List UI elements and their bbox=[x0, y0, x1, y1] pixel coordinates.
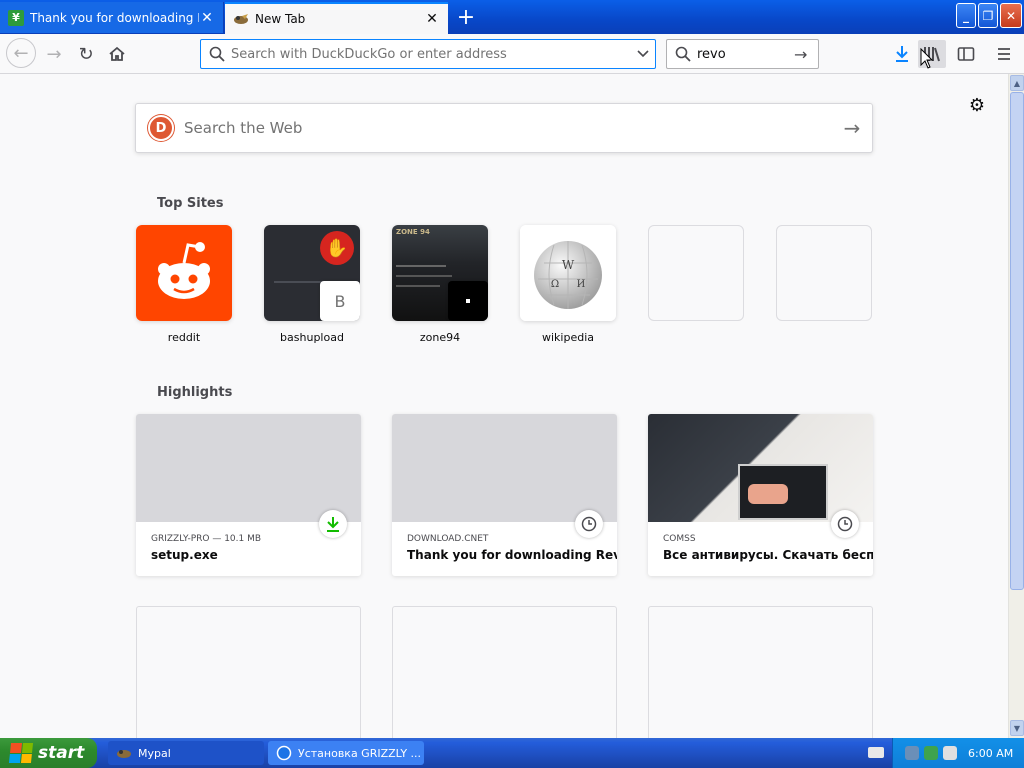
web-search-placeholder: Search the Web bbox=[184, 119, 303, 137]
taskbar-item-setup[interactable]: Установка GRIZZLY ... bbox=[268, 741, 424, 765]
hand-stop-icon: ✋ bbox=[320, 231, 354, 265]
tab-new-tab[interactable]: New Tab ✕ bbox=[225, 2, 448, 34]
home-icon bbox=[109, 46, 125, 61]
arrow-right-icon[interactable]: → bbox=[794, 45, 818, 64]
installer-icon bbox=[276, 745, 292, 761]
svg-text:И: И bbox=[577, 279, 586, 290]
downloads-button[interactable] bbox=[888, 40, 916, 68]
tab-revo-download[interactable]: ¥ Thank you for downloading Revo Uni ✕ bbox=[0, 2, 224, 33]
card-thumbnail bbox=[136, 414, 361, 522]
windows-flag-icon bbox=[8, 743, 34, 763]
address-bar[interactable]: Search with DuckDuckGo or enter address bbox=[200, 39, 656, 69]
top-site-label: zone94 bbox=[419, 331, 461, 344]
download-icon bbox=[319, 510, 347, 538]
chevron-down-icon[interactable] bbox=[631, 47, 655, 61]
top-site-wikipedia[interactable]: W Ω И wikipedia bbox=[520, 225, 616, 344]
new-tab-button[interactable]: + bbox=[452, 4, 480, 30]
tab-title: New Tab bbox=[255, 12, 306, 26]
sidebar-icon bbox=[957, 47, 975, 61]
top-sites-heading: Top Sites bbox=[157, 196, 224, 211]
clock: 6:00 AM bbox=[968, 746, 1014, 760]
reload-button[interactable]: ↻ bbox=[72, 40, 100, 68]
top-site-label: wikipedia bbox=[541, 331, 594, 344]
site-badge: B bbox=[320, 281, 360, 321]
hamburger-icon bbox=[998, 48, 1010, 60]
clock-icon bbox=[575, 510, 603, 538]
zone94-badge-icon bbox=[448, 281, 488, 321]
home-button[interactable] bbox=[103, 40, 131, 68]
scroll-down-arrow-icon[interactable]: ▼ bbox=[1010, 720, 1024, 736]
mypal-icon bbox=[116, 745, 132, 761]
highlight-card-empty bbox=[136, 606, 361, 738]
highlight-card-cnet[interactable]: DOWNLOAD.CNET Thank you for downloading … bbox=[392, 414, 617, 576]
task-label: Установка GRIZZLY ... bbox=[298, 746, 422, 760]
highlight-card-empty bbox=[392, 606, 617, 738]
highlight-card-setup[interactable]: GRIZZLY-PRO — 10.1 MB setup.exe bbox=[136, 414, 361, 576]
search-icon bbox=[675, 46, 691, 62]
search-icon bbox=[209, 46, 225, 62]
duckduckgo-logo-icon: D bbox=[148, 115, 174, 141]
wikipedia-globe-icon: W Ω И bbox=[520, 225, 616, 321]
scroll-up-arrow-icon[interactable]: ▲ bbox=[1010, 75, 1024, 91]
reddit-logo-icon bbox=[136, 225, 232, 321]
card-source: DOWNLOAD.CNET bbox=[407, 534, 489, 544]
menu-button[interactable] bbox=[990, 40, 1018, 68]
card-title: setup.exe bbox=[151, 548, 218, 562]
top-site-empty[interactable] bbox=[776, 225, 872, 321]
card-thumbnail bbox=[392, 414, 617, 522]
tray-app-icon[interactable] bbox=[924, 746, 938, 760]
card-title: Все антивирусы. Скачать бесп... bbox=[663, 548, 873, 562]
card-title: Thank you for downloading Rev... bbox=[407, 548, 617, 562]
clock-icon bbox=[831, 510, 859, 538]
top-site-zone94[interactable]: ZONE 94 zone94 bbox=[392, 225, 488, 344]
sidebar-button[interactable] bbox=[952, 40, 980, 68]
web-search-box[interactable]: D Search the Web → bbox=[135, 103, 873, 153]
new-tab-page: ⚙ D Search the Web → Top Sites reddit ✋ … bbox=[0, 74, 1008, 738]
top-site-bashupload[interactable]: ✋ B bashupload bbox=[264, 225, 360, 344]
start-label: start bbox=[38, 743, 85, 763]
keyboard-icon[interactable] bbox=[868, 747, 884, 758]
back-button[interactable]: ← bbox=[6, 38, 36, 68]
speaker-icon[interactable] bbox=[943, 746, 957, 760]
top-site-empty[interactable] bbox=[648, 225, 744, 321]
card-thumbnail bbox=[648, 414, 873, 522]
start-button[interactable]: start bbox=[0, 738, 97, 768]
tab-close-icon[interactable]: ✕ bbox=[199, 10, 215, 26]
vertical-scrollbar[interactable]: ▲ ▼ bbox=[1008, 74, 1024, 738]
zone94-thumb-text: ZONE 94 bbox=[396, 228, 430, 236]
address-bar-placeholder: Search with DuckDuckGo or enter address bbox=[231, 46, 507, 62]
arrow-right-icon[interactable]: → bbox=[832, 116, 872, 140]
card-source: COMSS bbox=[663, 534, 696, 544]
forward-button[interactable]: → bbox=[40, 40, 68, 68]
top-site-label: reddit bbox=[167, 331, 201, 344]
taskbar-item-mypal[interactable]: Mypal bbox=[108, 741, 264, 765]
scroll-thumb[interactable] bbox=[1010, 92, 1024, 590]
minimize-button[interactable]: _ bbox=[956, 3, 976, 28]
gear-icon[interactable]: ⚙ bbox=[966, 94, 988, 116]
taskbar: start Mypal Установка GRIZZLY ... 6:00 A… bbox=[0, 738, 1024, 768]
tray-app-icon[interactable] bbox=[905, 746, 919, 760]
card-source: GRIZZLY-PRO — 10.1 MB bbox=[151, 534, 262, 544]
svg-text:W: W bbox=[562, 258, 575, 272]
tab-strip: ¥ Thank you for downloading Revo Uni ✕ N… bbox=[0, 0, 1024, 34]
highlight-card-comss[interactable]: COMSS Все антивирусы. Скачать бесп... bbox=[648, 414, 873, 576]
search-bar[interactable]: revo → bbox=[666, 39, 819, 69]
top-site-label: bashupload bbox=[280, 331, 344, 344]
highlight-card-empty bbox=[648, 606, 873, 738]
top-site-reddit[interactable]: reddit bbox=[136, 225, 232, 344]
system-tray: 6:00 AM bbox=[892, 738, 1024, 768]
task-label: Mypal bbox=[138, 746, 171, 760]
download-icon bbox=[896, 46, 908, 62]
mypal-favicon-icon bbox=[233, 11, 249, 27]
tab-title: Thank you for downloading Revo Uni bbox=[30, 10, 199, 25]
tab-favicon-icon: ¥ bbox=[8, 9, 24, 26]
nav-toolbar: ← → ↻ Search with DuckDuckGo or enter ad… bbox=[0, 34, 1024, 74]
tab-close-icon[interactable]: ✕ bbox=[424, 11, 440, 27]
svg-text:Ω: Ω bbox=[551, 279, 559, 290]
maximize-button[interactable]: ❐ bbox=[978, 3, 998, 28]
highlights-heading: Highlights bbox=[157, 385, 233, 400]
mouse-cursor-icon bbox=[920, 47, 934, 73]
close-window-button[interactable]: ✕ bbox=[1000, 3, 1022, 28]
search-bar-value: revo bbox=[697, 46, 726, 62]
